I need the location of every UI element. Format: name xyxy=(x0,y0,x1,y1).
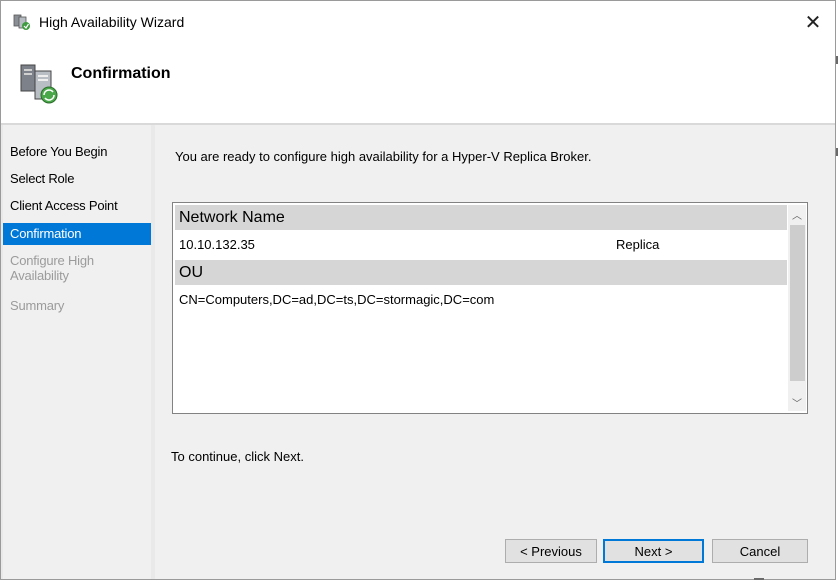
wizard-header: Confirmation xyxy=(1,43,835,123)
nav-item-configure-high-availability: Configure High Availability xyxy=(10,253,94,283)
scrollbar-thumb[interactable] xyxy=(790,225,805,381)
wizard-body: Before You Begin Select Role Client Acce… xyxy=(1,125,835,579)
nav-item-before-you-begin[interactable]: Before You Begin xyxy=(3,141,151,163)
edge-marker xyxy=(836,56,838,64)
edge-marker xyxy=(836,148,838,156)
wizard-window: High Availability Wizard ✕ Confirmation … xyxy=(0,0,836,580)
page-title: Confirmation xyxy=(71,65,171,82)
nav-item-client-access-point[interactable]: Client Access Point xyxy=(3,195,151,217)
next-button[interactable]: Next > xyxy=(603,539,704,563)
continue-instruction: To continue, click Next. xyxy=(171,449,304,464)
list-content: Network Name 10.10.132.35 Replica OU CN=… xyxy=(175,205,787,411)
previous-button[interactable]: < Previous xyxy=(505,539,597,563)
group-header-ou: OU xyxy=(175,260,787,285)
title-bar[interactable]: High Availability Wizard ✕ xyxy=(1,1,835,43)
edge-marker xyxy=(754,578,764,580)
list-item[interactable]: 10.10.132.35 Replica xyxy=(175,233,787,257)
nav-item-summary: Summary xyxy=(10,298,65,313)
step-navigation: Before You Begin Select Role Client Acce… xyxy=(3,125,151,579)
button-bar: < Previous Next > Cancel xyxy=(155,523,835,579)
window-title: High Availability Wizard xyxy=(39,14,185,30)
list-item[interactable]: CN=Computers,DC=ad,DC=ts,DC=stormagic,DC… xyxy=(175,288,787,312)
list-item-detail: Replica xyxy=(616,237,660,252)
group-header-network-name: Network Name xyxy=(175,205,787,230)
cluster-wizard-icon xyxy=(13,13,31,31)
list-item-value: 10.10.132.35 xyxy=(179,237,255,252)
content-panel: You are ready to configure high availabi… xyxy=(155,125,835,523)
nav-item-confirmation[interactable]: Confirmation xyxy=(3,223,151,245)
vertical-scrollbar[interactable]: ︿ ﹀ xyxy=(788,205,806,411)
background-edge xyxy=(836,0,840,584)
scroll-down-icon[interactable]: ﹀ xyxy=(788,393,806,411)
nav-item-select-role[interactable]: Select Role xyxy=(3,168,151,190)
confirmation-list[interactable]: Network Name 10.10.132.35 Replica OU CN=… xyxy=(172,202,808,414)
close-icon[interactable]: ✕ xyxy=(791,1,835,43)
list-item-value: CN=Computers,DC=ad,DC=ts,DC=stormagic,DC… xyxy=(179,292,495,307)
scroll-up-icon[interactable]: ︿ xyxy=(788,205,806,223)
server-cluster-icon xyxy=(19,61,61,105)
intro-text: You are ready to configure high availabi… xyxy=(175,149,592,164)
cancel-button[interactable]: Cancel xyxy=(712,539,808,563)
